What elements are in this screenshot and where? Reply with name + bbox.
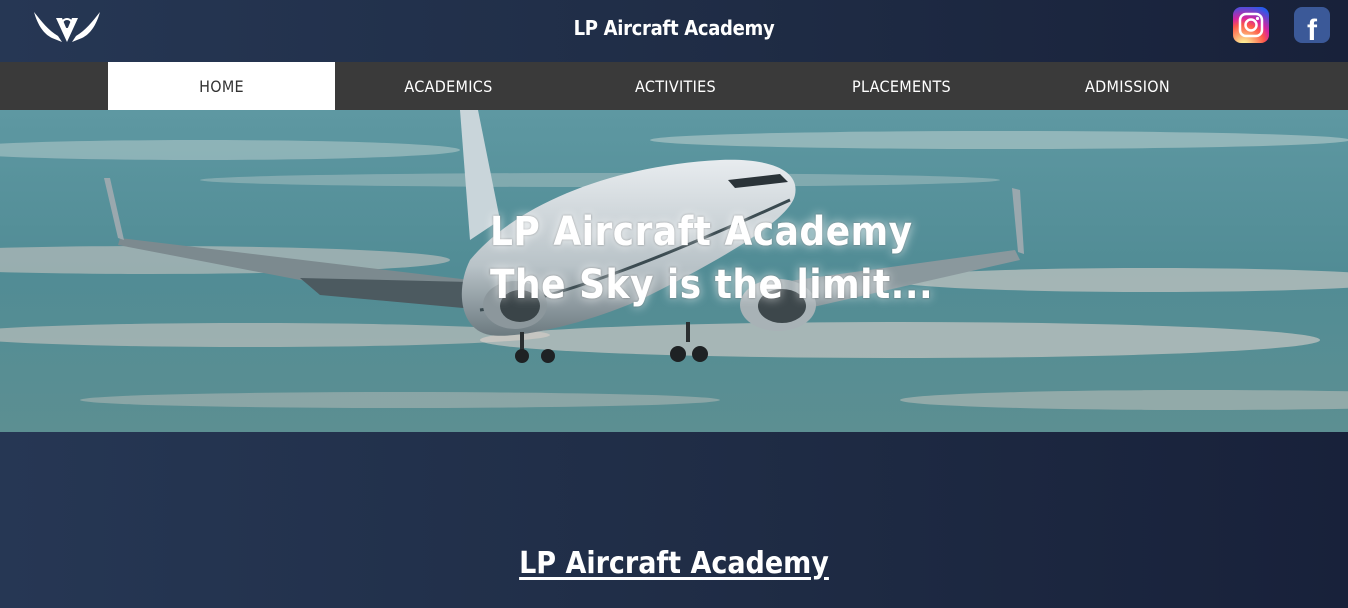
facebook-glyph: f — [1307, 14, 1318, 43]
nav-academics[interactable]: ACADEMICS — [335, 62, 562, 110]
section-heading: LP Aircraft Academy — [519, 546, 829, 581]
hero-banner: LP Aircraft Academy The Sky is the limit… — [0, 110, 1348, 432]
main-navigation: HOME ACADEMICS ACTIVITIES PLACEMENTS ADM… — [0, 62, 1348, 110]
instagram-icon[interactable] — [1233, 7, 1269, 43]
site-title: LP Aircraft Academy — [573, 16, 775, 40]
nav-home[interactable]: HOME — [108, 62, 335, 110]
nav-admission[interactable]: ADMISSION — [1014, 62, 1241, 110]
hero-text: LP Aircraft Academy The Sky is the limit… — [490, 206, 933, 312]
hero-tagline: The Sky is the limit... — [490, 262, 934, 308]
nav-activities[interactable]: ACTIVITIES — [562, 62, 789, 110]
hero-title: LP Aircraft Academy — [490, 209, 913, 255]
nav-placements[interactable]: PLACEMENTS — [788, 62, 1015, 110]
facebook-icon[interactable]: f — [1294, 7, 1330, 43]
site-header: LP Aircraft Academy f — [0, 0, 1348, 62]
